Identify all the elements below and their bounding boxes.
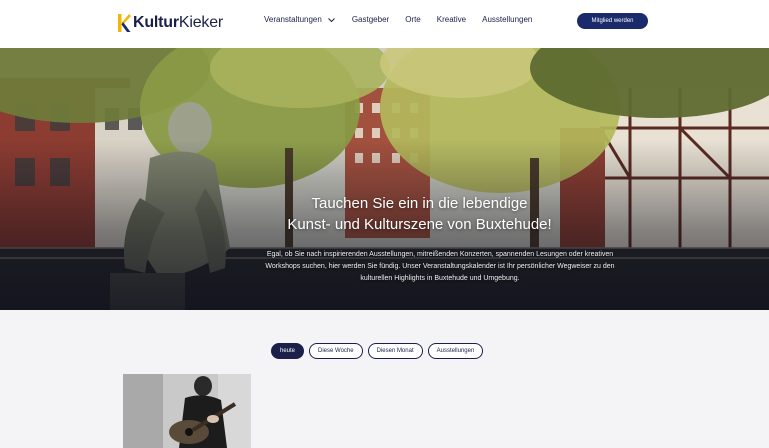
tab-ausstellungen[interactable]: Ausstellungen xyxy=(427,343,484,359)
nav-item-gastgeber[interactable]: Gastgeber xyxy=(352,15,389,24)
nav-item-orte[interactable]: Orte xyxy=(405,15,421,24)
hero-description: Egal, ob Sie nach inspirierenden Ausstel… xyxy=(265,251,615,282)
nav-item-label: Orte xyxy=(405,15,421,24)
nav-item-kreative[interactable]: Kreative xyxy=(437,15,466,24)
site-logo[interactable]: KulturKieker xyxy=(117,11,223,35)
event-card-image[interactable] xyxy=(123,374,251,448)
nav-item-ausstellungen[interactable]: Ausstellungen xyxy=(482,15,532,24)
tab-diesen-monat[interactable]: Diesen Monat xyxy=(367,343,423,359)
nav-item-label: Kreative xyxy=(436,15,467,24)
main-nav: Veranstaltungen Gastgeber Orte Kreative … xyxy=(264,15,548,24)
hero-title: Tauchen Sie ein in die lebendige Kunst- … xyxy=(287,195,552,233)
tab-diese-woche[interactable]: Diese Woche xyxy=(309,343,363,359)
guitarist-photo xyxy=(123,374,251,448)
event-filter-tabs: heute Diese Woche Diesen Monat Ausstellu… xyxy=(271,343,488,359)
nav-item-label: Gastgeber xyxy=(351,15,390,24)
logo-text: KulturKieker xyxy=(133,14,224,31)
nav-item-label: Ausstellungen xyxy=(482,15,533,24)
nav-item-veranstaltungen[interactable]: Veranstaltungen xyxy=(264,15,336,24)
become-member-button[interactable]: Mitglied werden xyxy=(577,13,648,29)
nav-item-label: Veranstaltungen xyxy=(264,15,322,24)
hero-section: Tauchen Sie ein in die lebendige Kunst- … xyxy=(0,48,769,310)
tab-heute[interactable]: heute xyxy=(271,343,305,359)
site-header: KulturKieker Veranstaltungen Gastgeber O… xyxy=(0,0,769,48)
logo-k-icon xyxy=(118,14,131,32)
chevron-down-icon xyxy=(327,17,335,22)
